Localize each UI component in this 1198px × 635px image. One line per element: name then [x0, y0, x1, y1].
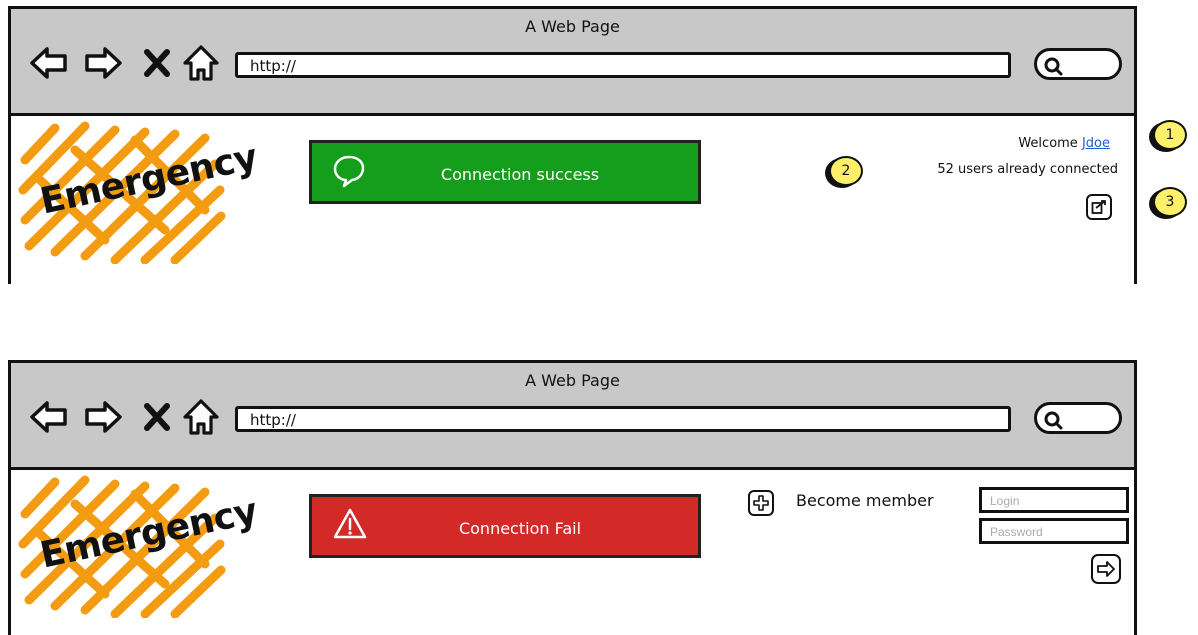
- browser-chrome: A Web Page http://: [11, 363, 1134, 470]
- browser-window-bottom: A Web Page http:// Emergency Connection …: [8, 360, 1137, 635]
- banner-label: Connection Fail: [458, 519, 582, 538]
- back-arrow-icon[interactable]: [29, 397, 69, 437]
- become-member-label[interactable]: Become member: [796, 491, 934, 510]
- username-link[interactable]: Jdoe: [1082, 136, 1110, 151]
- password-field[interactable]: [979, 518, 1129, 544]
- connection-success-banner: Connection success: [309, 140, 701, 204]
- speech-bubble-icon: [332, 153, 366, 193]
- window-title: A Web Page: [525, 371, 620, 390]
- search-box[interactable]: [1034, 402, 1122, 434]
- logout-button[interactable]: [1086, 194, 1112, 220]
- welcome-text: Welcome Jdoe: [1018, 136, 1110, 151]
- logo[interactable]: Emergency: [15, 474, 261, 619]
- welcome-prefix: Welcome: [1018, 136, 1078, 151]
- plus-icon: [753, 495, 769, 511]
- logo[interactable]: Emergency: [15, 120, 261, 265]
- search-icon: [1044, 411, 1063, 430]
- forward-arrow-icon[interactable]: [83, 43, 123, 83]
- callout-3: 3: [1153, 187, 1187, 217]
- stop-icon[interactable]: [137, 43, 177, 83]
- search-icon: [1044, 57, 1063, 76]
- page-content: Emergency Connection success Welcome Jdo…: [11, 116, 1134, 284]
- login-submit-button[interactable]: [1091, 554, 1121, 584]
- banner-label: Connection success: [440, 165, 600, 184]
- logout-icon: [1091, 200, 1106, 214]
- browser-chrome: A Web Page http://: [11, 9, 1134, 116]
- window-title: A Web Page: [525, 17, 620, 36]
- arrow-right-icon: [1097, 561, 1115, 577]
- callout-2: 2: [829, 156, 863, 186]
- home-icon[interactable]: [181, 43, 221, 83]
- users-connected-text: 52 users already connected: [937, 162, 1118, 177]
- home-icon[interactable]: [181, 397, 221, 437]
- browser-window-top: A Web Page http:// Emergency Connection …: [8, 6, 1137, 284]
- search-box[interactable]: [1034, 48, 1122, 80]
- address-bar[interactable]: http://: [235, 52, 1011, 78]
- page-content: Emergency Connection Fail Become member: [11, 470, 1134, 635]
- address-bar[interactable]: http://: [235, 406, 1011, 432]
- warning-icon: [332, 507, 368, 545]
- become-member-button[interactable]: [748, 490, 774, 516]
- connection-fail-banner: Connection Fail: [309, 494, 701, 558]
- login-field[interactable]: [979, 487, 1129, 513]
- callout-1: 1: [1153, 120, 1187, 150]
- stop-icon[interactable]: [137, 397, 177, 437]
- forward-arrow-icon[interactable]: [83, 397, 123, 437]
- back-arrow-icon[interactable]: [29, 43, 69, 83]
